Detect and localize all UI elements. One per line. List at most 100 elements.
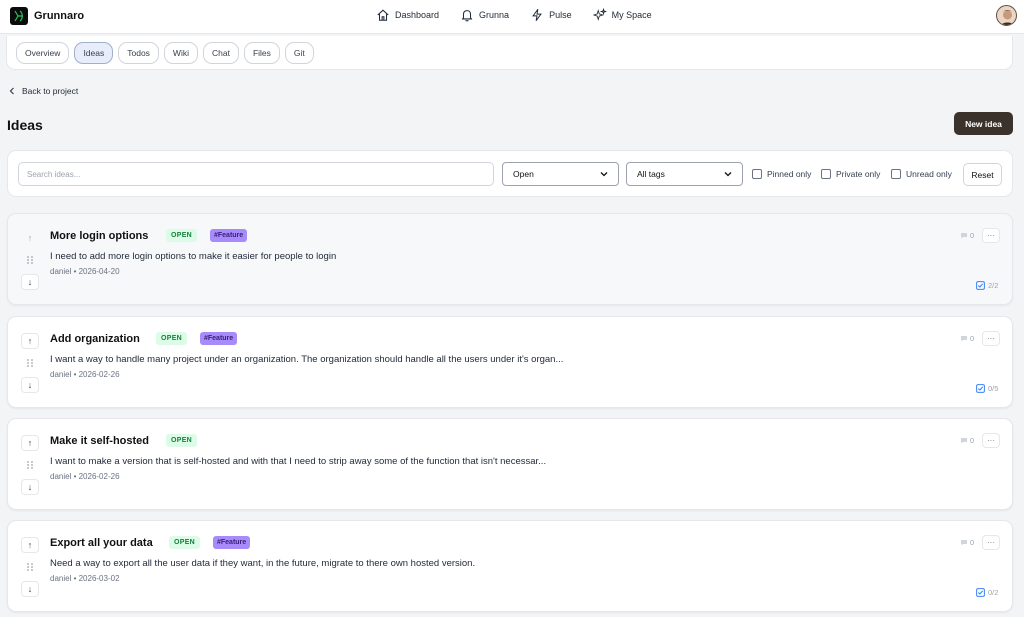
private-only-label: Private only [836,169,881,179]
status-badge: OPEN [166,434,198,447]
home-icon [377,9,389,21]
nav-dashboard[interactable]: Dashboard [376,8,439,22]
top-bar: Grunnaro Dashboard Grunna Pulse My Space [0,0,1024,34]
move-down-button[interactable]: ↓ [21,274,39,290]
bell-icon [461,10,473,22]
comment-count: 0 [960,538,974,547]
checkbox-checked-icon [976,588,985,597]
nav-grunna[interactable]: Grunna [460,8,509,22]
brand[interactable]: Grunnaro [10,7,84,25]
idea-description: I want to make a version that is self-ho… [50,456,547,467]
comment-count-value: 0 [970,334,975,343]
user-avatar[interactable] [996,5,1017,26]
move-down-button[interactable]: ↓ [21,479,39,495]
filter-bar: Open All tags Pinned only Private only U… [7,150,1013,197]
status-badge: OPEN [169,536,201,549]
pinned-only-label: Pinned only [767,169,812,179]
tab-files[interactable]: Files [243,42,280,64]
tab-git[interactable]: Git [284,42,314,64]
todo-progress-value: 0/5 [988,384,999,393]
idea-card[interactable]: ↑ ↓ More login options OPEN #Feature I n… [7,213,1013,305]
idea-title[interactable]: Add organization [50,333,140,345]
new-idea-button[interactable]: New idea [954,112,1013,135]
nav-dashboard-label: Dashboard [395,10,440,20]
comment-count-value: 0 [970,231,975,240]
more-options-button[interactable]: ··· [982,433,1000,448]
status-badge: OPEN [166,229,198,242]
tab-wiki[interactable]: Wiki [163,42,198,64]
idea-meta: daniel • 2026-02-26 [50,472,120,481]
checkbox-checked-icon [976,281,985,290]
idea-title[interactable]: Export all your data [50,537,153,549]
idea-card[interactable]: ↑ ↓ Make it self-hosted OPEN I want to m… [7,418,1013,510]
drag-handle-icon[interactable] [26,562,34,572]
nav-my-space[interactable]: My Space [592,8,652,22]
idea-title[interactable]: Make it self-hosted [50,435,149,447]
idea-meta: daniel • 2026-03-02 [50,574,120,583]
drag-handle-icon[interactable] [26,358,34,368]
checkbox-box [891,169,901,179]
move-up-button[interactable]: ↑ [21,230,39,246]
status-badge: OPEN [156,332,188,345]
comment-count-value: 0 [970,538,975,547]
idea-description: Need a way to export all the user data i… [50,558,476,569]
private-only-checkbox[interactable]: Private only [821,169,880,179]
idea-description: I need to add more login options to make… [50,251,337,262]
sparkles-icon [592,8,607,21]
todo-progress-value: 2/2 [988,281,999,290]
checkbox-box [752,169,762,179]
more-options-button[interactable]: ··· [982,228,1000,243]
comment-icon [961,336,967,342]
move-down-button[interactable]: ↓ [21,377,39,393]
pinned-only-checkbox[interactable]: Pinned only [752,169,811,179]
idea-card[interactable]: ↑ ↓ Export all your data OPEN #Feature N… [7,520,1013,612]
comment-icon [961,438,967,444]
move-up-button[interactable]: ↑ [21,435,39,451]
comment-count: 0 [960,231,974,240]
chevron-left-icon [9,87,14,95]
search-input[interactable] [18,162,494,186]
comment-icon [961,233,967,239]
back-label: Back to project [22,86,79,96]
lightning-icon [532,9,542,21]
comment-count: 0 [960,334,974,343]
tag-badge: #Feature [213,536,251,549]
nav-pulse[interactable]: Pulse [530,8,572,22]
idea-title[interactable]: More login options [50,230,148,242]
move-up-button[interactable]: ↑ [21,537,39,553]
checkbox-box [821,169,831,179]
page-title: Ideas [7,117,43,133]
chevron-down-icon [724,172,732,177]
tab-todos[interactable]: Todos [118,42,159,64]
tab-ideas[interactable]: Ideas [74,42,114,64]
idea-card[interactable]: ↑ ↓ Add organization OPEN #Feature I wan… [7,316,1013,408]
idea-description: I want a way to handle many project unde… [50,354,564,365]
project-tab-bar: Overview Ideas Todos Wiki Chat Files Git [6,36,1013,70]
tag-badge: #Feature [200,332,238,345]
tags-select[interactable]: All tags [626,162,743,186]
move-down-button[interactable]: ↓ [21,581,39,597]
todo-progress: 2/2 [976,281,998,290]
more-options-button[interactable]: ··· [982,331,1000,346]
drag-handle-icon[interactable] [26,460,34,470]
nav-pulse-label: Pulse [549,10,572,20]
unread-only-checkbox[interactable]: Unread only [891,169,952,179]
status-select[interactable]: Open [502,162,619,186]
tab-chat[interactable]: Chat [202,42,239,64]
move-up-button[interactable]: ↑ [21,333,39,349]
nav-grunna-label: Grunna [479,10,510,20]
todo-progress: 0/5 [976,384,998,393]
reset-button[interactable]: Reset [963,163,1002,186]
status-select-value: Open [513,169,534,179]
chevron-down-icon [600,172,608,177]
more-options-button[interactable]: ··· [982,535,1000,550]
main-nav: Dashboard Grunna Pulse My Space [376,8,652,22]
back-to-project-link[interactable]: Back to project [9,86,78,96]
tab-overview[interactable]: Overview [16,42,70,64]
unread-only-label: Unread only [906,169,952,179]
comment-count: 0 [960,436,974,445]
drag-handle-icon[interactable] [26,255,34,265]
tags-select-value: All tags [637,169,665,179]
idea-meta: daniel • 2026-04-20 [50,267,120,276]
app-logo [10,7,28,25]
